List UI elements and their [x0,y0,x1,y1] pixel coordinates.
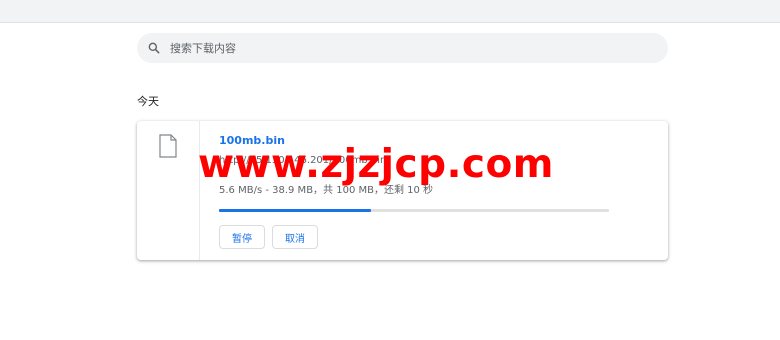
download-url[interactable]: http://45.130.146.201/100mb.bin [219,155,386,166]
download-progress-fill [219,209,371,212]
search-input[interactable] [170,41,630,55]
search-bar[interactable] [137,33,668,63]
download-filename-link[interactable]: 100mb.bin [219,134,285,147]
download-status: 5.6 MB/s - 38.9 MB，共 100 MB，还剩 10 秒 [219,185,434,196]
search-icon [148,42,160,54]
browser-top-bar [0,0,780,23]
cancel-button[interactable]: 取消 [272,225,318,249]
file-icon [159,134,177,158]
section-title-today: 今天 [137,95,159,108]
download-progress-bar [219,209,609,212]
file-icon-column [137,121,200,260]
download-item: 100mb.bin http://45.130.146.201/100mb.bi… [137,121,668,260]
pause-button[interactable]: 暂停 [219,225,265,249]
